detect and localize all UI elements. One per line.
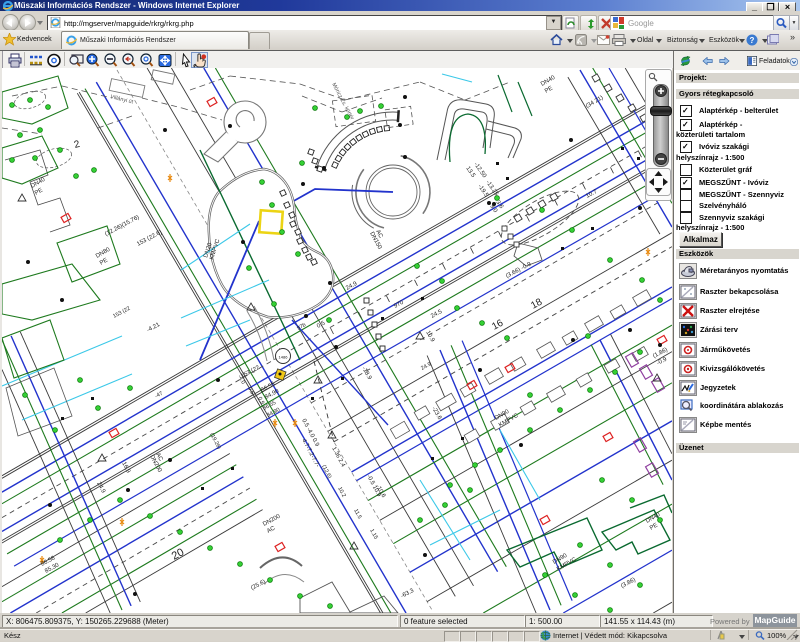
svg-text:DN80: DN80 — [95, 247, 112, 260]
svg-text:-4.21: -4.21 — [146, 322, 161, 334]
svg-text:97b: 97b — [296, 322, 307, 332]
svg-text:-63.3: -63.3 — [400, 588, 415, 600]
svg-text:0.9: 0.9 — [256, 396, 265, 406]
svg-text:1.15: 1.15 — [368, 528, 378, 540]
svg-text:(25.6): (25.6) — [250, 579, 267, 592]
svg-text:11.5: 11.5 — [352, 508, 362, 520]
svg-text:1486: 1486 — [279, 355, 289, 360]
svg-text:0.5: 0.5 — [316, 320, 327, 330]
svg-text:153 (22: 153 (22 — [112, 306, 131, 320]
svg-text:1.36 2.4: 1.36 2.4 — [330, 446, 346, 469]
svg-text:24.5: 24.5 — [430, 309, 444, 320]
svg-text:-12.50: -12.50 — [472, 162, 487, 180]
svg-text:(12.26)(15.76): (12.26)(15.76) — [104, 215, 140, 238]
svg-text:PE: PE — [544, 86, 554, 95]
svg-text:18: 18 — [529, 297, 544, 312]
svg-text:PE: PE — [649, 523, 659, 532]
svg-text:(12.6): (12.6) — [320, 464, 332, 480]
svg-text:(19.26): (19.26) — [208, 432, 222, 450]
svg-text:?: ? — [750, 36, 755, 45]
svg-text:PE: PE — [99, 258, 109, 267]
svg-text:Móricz Zs. körtér: Móricz Zs. körtér — [330, 82, 355, 121]
svg-text:16.9: 16.9 — [120, 461, 131, 475]
svg-text:2: 2 — [73, 139, 82, 151]
svg-text:AC: AC — [266, 525, 277, 535]
svg-text:DN40: DN40 — [540, 75, 557, 88]
svg-text:Villányi út: Villányi út — [110, 94, 135, 106]
svg-text:153 (22.6): 153 (22.6) — [136, 230, 163, 248]
svg-text:DN40: DN40 — [645, 512, 662, 525]
svg-text:10.7: 10.7 — [585, 189, 599, 200]
svg-text:PE: PE — [34, 188, 44, 197]
svg-text:10.9: 10.9 — [424, 330, 435, 344]
